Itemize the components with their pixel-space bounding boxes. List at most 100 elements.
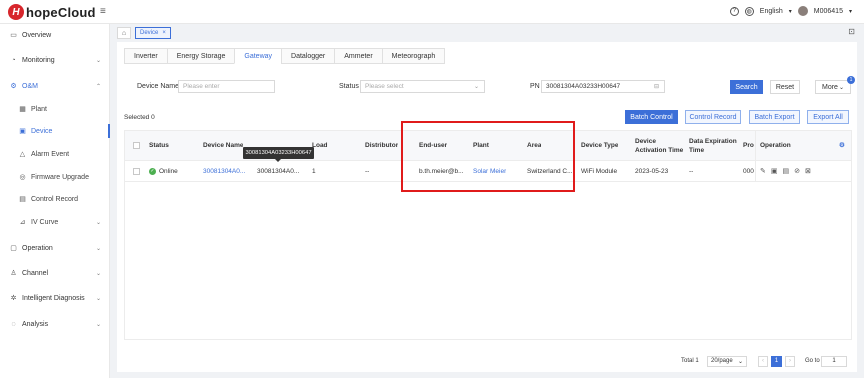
chart-icon: ◔ — [11, 56, 16, 64]
sidebar-item-label: Channel — [22, 269, 49, 277]
prev-page-button[interactable]: ‹ — [758, 355, 768, 367]
avatar[interactable] — [797, 6, 808, 16]
page-1-button[interactable]: 1 — [771, 355, 782, 367]
sidebar-item-channel[interactable]: ♙ Channel ⌄ — [0, 266, 110, 280]
device-type-tabs: Inverter Energy Storage Gateway Datalogg… — [124, 48, 446, 64]
sidebar-item-om[interactable]: ⚙ O&M ⌃ — [0, 79, 110, 93]
selected-count: Selected 0 — [124, 114, 155, 121]
device-name-input[interactable]: Please enter — [178, 80, 275, 93]
device-icon: ▣ — [19, 128, 26, 135]
channel-icon: ♙ — [10, 270, 17, 277]
globe-icon[interactable]: ◍ — [744, 6, 754, 16]
chevron-down-icon[interactable]: ▾ — [789, 8, 792, 15]
pn-label: PN — [530, 83, 540, 90]
row-checkbox[interactable] — [129, 161, 140, 181]
col-device-name: Device Name — [203, 142, 244, 149]
top-bar: H hopeCloud ≡ ? ◍ English ▾ M006415 ▾ — [0, 0, 864, 24]
status-select[interactable]: Please select ⌄ — [360, 80, 485, 93]
sidebar-item-label: Operation — [22, 244, 53, 252]
tab-gateway[interactable]: Gateway — [234, 48, 282, 64]
sidebar-item-control-record[interactable]: ▤ Control Record — [0, 192, 110, 206]
sidebar: ▭ Overview ◔ Monitoring ⌄ ⚙ O&M ⌃ ▦ Plant ▣ Dev… — [0, 24, 110, 378]
pn-input[interactable]: 30081304A03233H00647 ⊟ — [541, 80, 665, 93]
total-count: Total 1 — [681, 358, 699, 364]
sidebar-item-label: Alarm Event — [31, 150, 70, 158]
edit-icon[interactable]: ✎ — [760, 167, 766, 175]
pagination: Total 1 — [681, 355, 699, 367]
help-icon[interactable]: ? — [729, 6, 739, 16]
analysis-icon: ◌ — [11, 320, 16, 328]
language-select[interactable]: English — [760, 8, 783, 15]
sidebar-item-firmware-upgrade[interactable]: ◎ Firmware Upgrade — [0, 170, 110, 184]
more-label: More — [822, 83, 838, 91]
export-all-button[interactable]: Export All — [807, 110, 849, 124]
search-button[interactable]: Search — [730, 80, 763, 94]
close-icon[interactable]: × — [162, 30, 166, 36]
chevron-down-icon: ⌄ — [95, 321, 101, 328]
goto-value: 1 — [821, 355, 847, 367]
tab-meteorograph[interactable]: Meteorograph — [381, 48, 446, 64]
chevron-down-icon[interactable]: ▾ — [849, 8, 852, 15]
col-expiration-time: Data Expiration Time — [689, 137, 737, 154]
chevron-down-icon: ⌄ — [95, 270, 101, 277]
load-cell: 1 — [312, 167, 316, 175]
save-icon[interactable]: ▣ — [771, 167, 778, 175]
logo[interactable]: H hopeCloud — [8, 4, 96, 20]
lock-icon[interactable]: ⊡ — [848, 27, 855, 36]
sidebar-item-iv-curve[interactable]: ⊿ IV Curve ⌄ — [0, 215, 110, 229]
sidebar-item-label: O&M — [22, 82, 38, 90]
device-type-cell: WiFi Module — [581, 167, 618, 175]
delete-icon[interactable]: ⊠ — [805, 167, 811, 175]
sidebar-item-device[interactable]: ▣ Device — [0, 124, 110, 138]
col-distributor: Distributor — [365, 142, 399, 149]
more-button[interactable]: More ⌄ — [815, 80, 851, 94]
plant-icon: ▦ — [19, 106, 26, 113]
batch-export-button[interactable]: Batch Export — [749, 110, 800, 124]
col-device-type: Device Type — [581, 142, 619, 149]
status-text: Online — [159, 167, 178, 175]
check-circle-icon: ✓ — [149, 167, 156, 175]
chevron-down-icon: ⌄ — [95, 245, 101, 252]
expiration-time-cell: -- — [689, 167, 694, 175]
sidebar-item-alarm-event[interactable]: △ Alarm Event — [0, 147, 110, 161]
col-pro: Pro — [743, 142, 754, 149]
sidebar-item-analysis[interactable]: ◌ Analysis ⌄ — [0, 317, 110, 331]
bell-icon: △ — [19, 151, 26, 158]
status-placeholder: Please select — [365, 83, 404, 90]
device-name-link[interactable]: 30081304A0... — [199, 161, 245, 181]
tag-device[interactable]: Device × — [135, 27, 171, 39]
document-icon[interactable]: ▤ — [783, 167, 790, 175]
upgrade-icon: ◎ — [19, 174, 26, 181]
settings-icon[interactable]: ⚙ — [835, 131, 845, 160]
page-size-select[interactable]: 20/page ⌄ — [707, 355, 747, 367]
tab-inverter[interactable]: Inverter — [124, 48, 167, 64]
sidebar-item-operation[interactable]: ▢ Operation ⌄ — [0, 241, 110, 255]
home-icon[interactable]: ⌂ — [117, 27, 131, 39]
distributor-cell: -- — [365, 167, 370, 175]
goto-input[interactable]: 1 — [821, 355, 847, 367]
sidebar-item-monitoring[interactable]: ◔ Monitoring ⌄ — [0, 53, 110, 67]
device-name-placeholder: Please enter — [183, 83, 220, 90]
sidebar-item-label: Overview — [22, 31, 52, 39]
batch-control-button[interactable]: Batch Control — [625, 110, 678, 124]
user-name[interactable]: M006415 — [814, 8, 843, 15]
tab-energy-storage[interactable]: Energy Storage — [166, 48, 235, 64]
gear-icon: ⚙ — [10, 83, 17, 90]
sn-cell[interactable]: 30081304A0... — [253, 161, 299, 181]
sn-tooltip: 30081304A03233H00647 — [243, 147, 314, 159]
control-record-button[interactable]: Control Record — [685, 110, 741, 124]
more-badge: 1 — [847, 76, 855, 84]
sidebar-item-overview[interactable]: ▭ Overview — [0, 28, 110, 42]
tab-datalogger[interactable]: Datalogger — [281, 48, 335, 64]
sidebar-item-plant[interactable]: ▦ Plant — [0, 102, 110, 116]
hamburger-icon[interactable]: ≡ — [100, 6, 106, 17]
select-all-checkbox[interactable] — [129, 131, 140, 160]
sidebar-item-intelligent-diagnosis[interactable]: ✲ Intelligent Diagnosis ⌄ — [0, 291, 110, 305]
next-page-button[interactable]: › — [785, 355, 795, 367]
tab-ammeter[interactable]: Ammeter — [334, 48, 382, 64]
reset-button[interactable]: Reset — [770, 80, 800, 94]
scan-icon[interactable]: ⊟ — [654, 83, 659, 90]
link-icon[interactable]: ⊘ — [794, 167, 800, 175]
pn-value: 30081304A03233H00647 — [546, 83, 621, 90]
page-number: 1 — [771, 355, 782, 367]
